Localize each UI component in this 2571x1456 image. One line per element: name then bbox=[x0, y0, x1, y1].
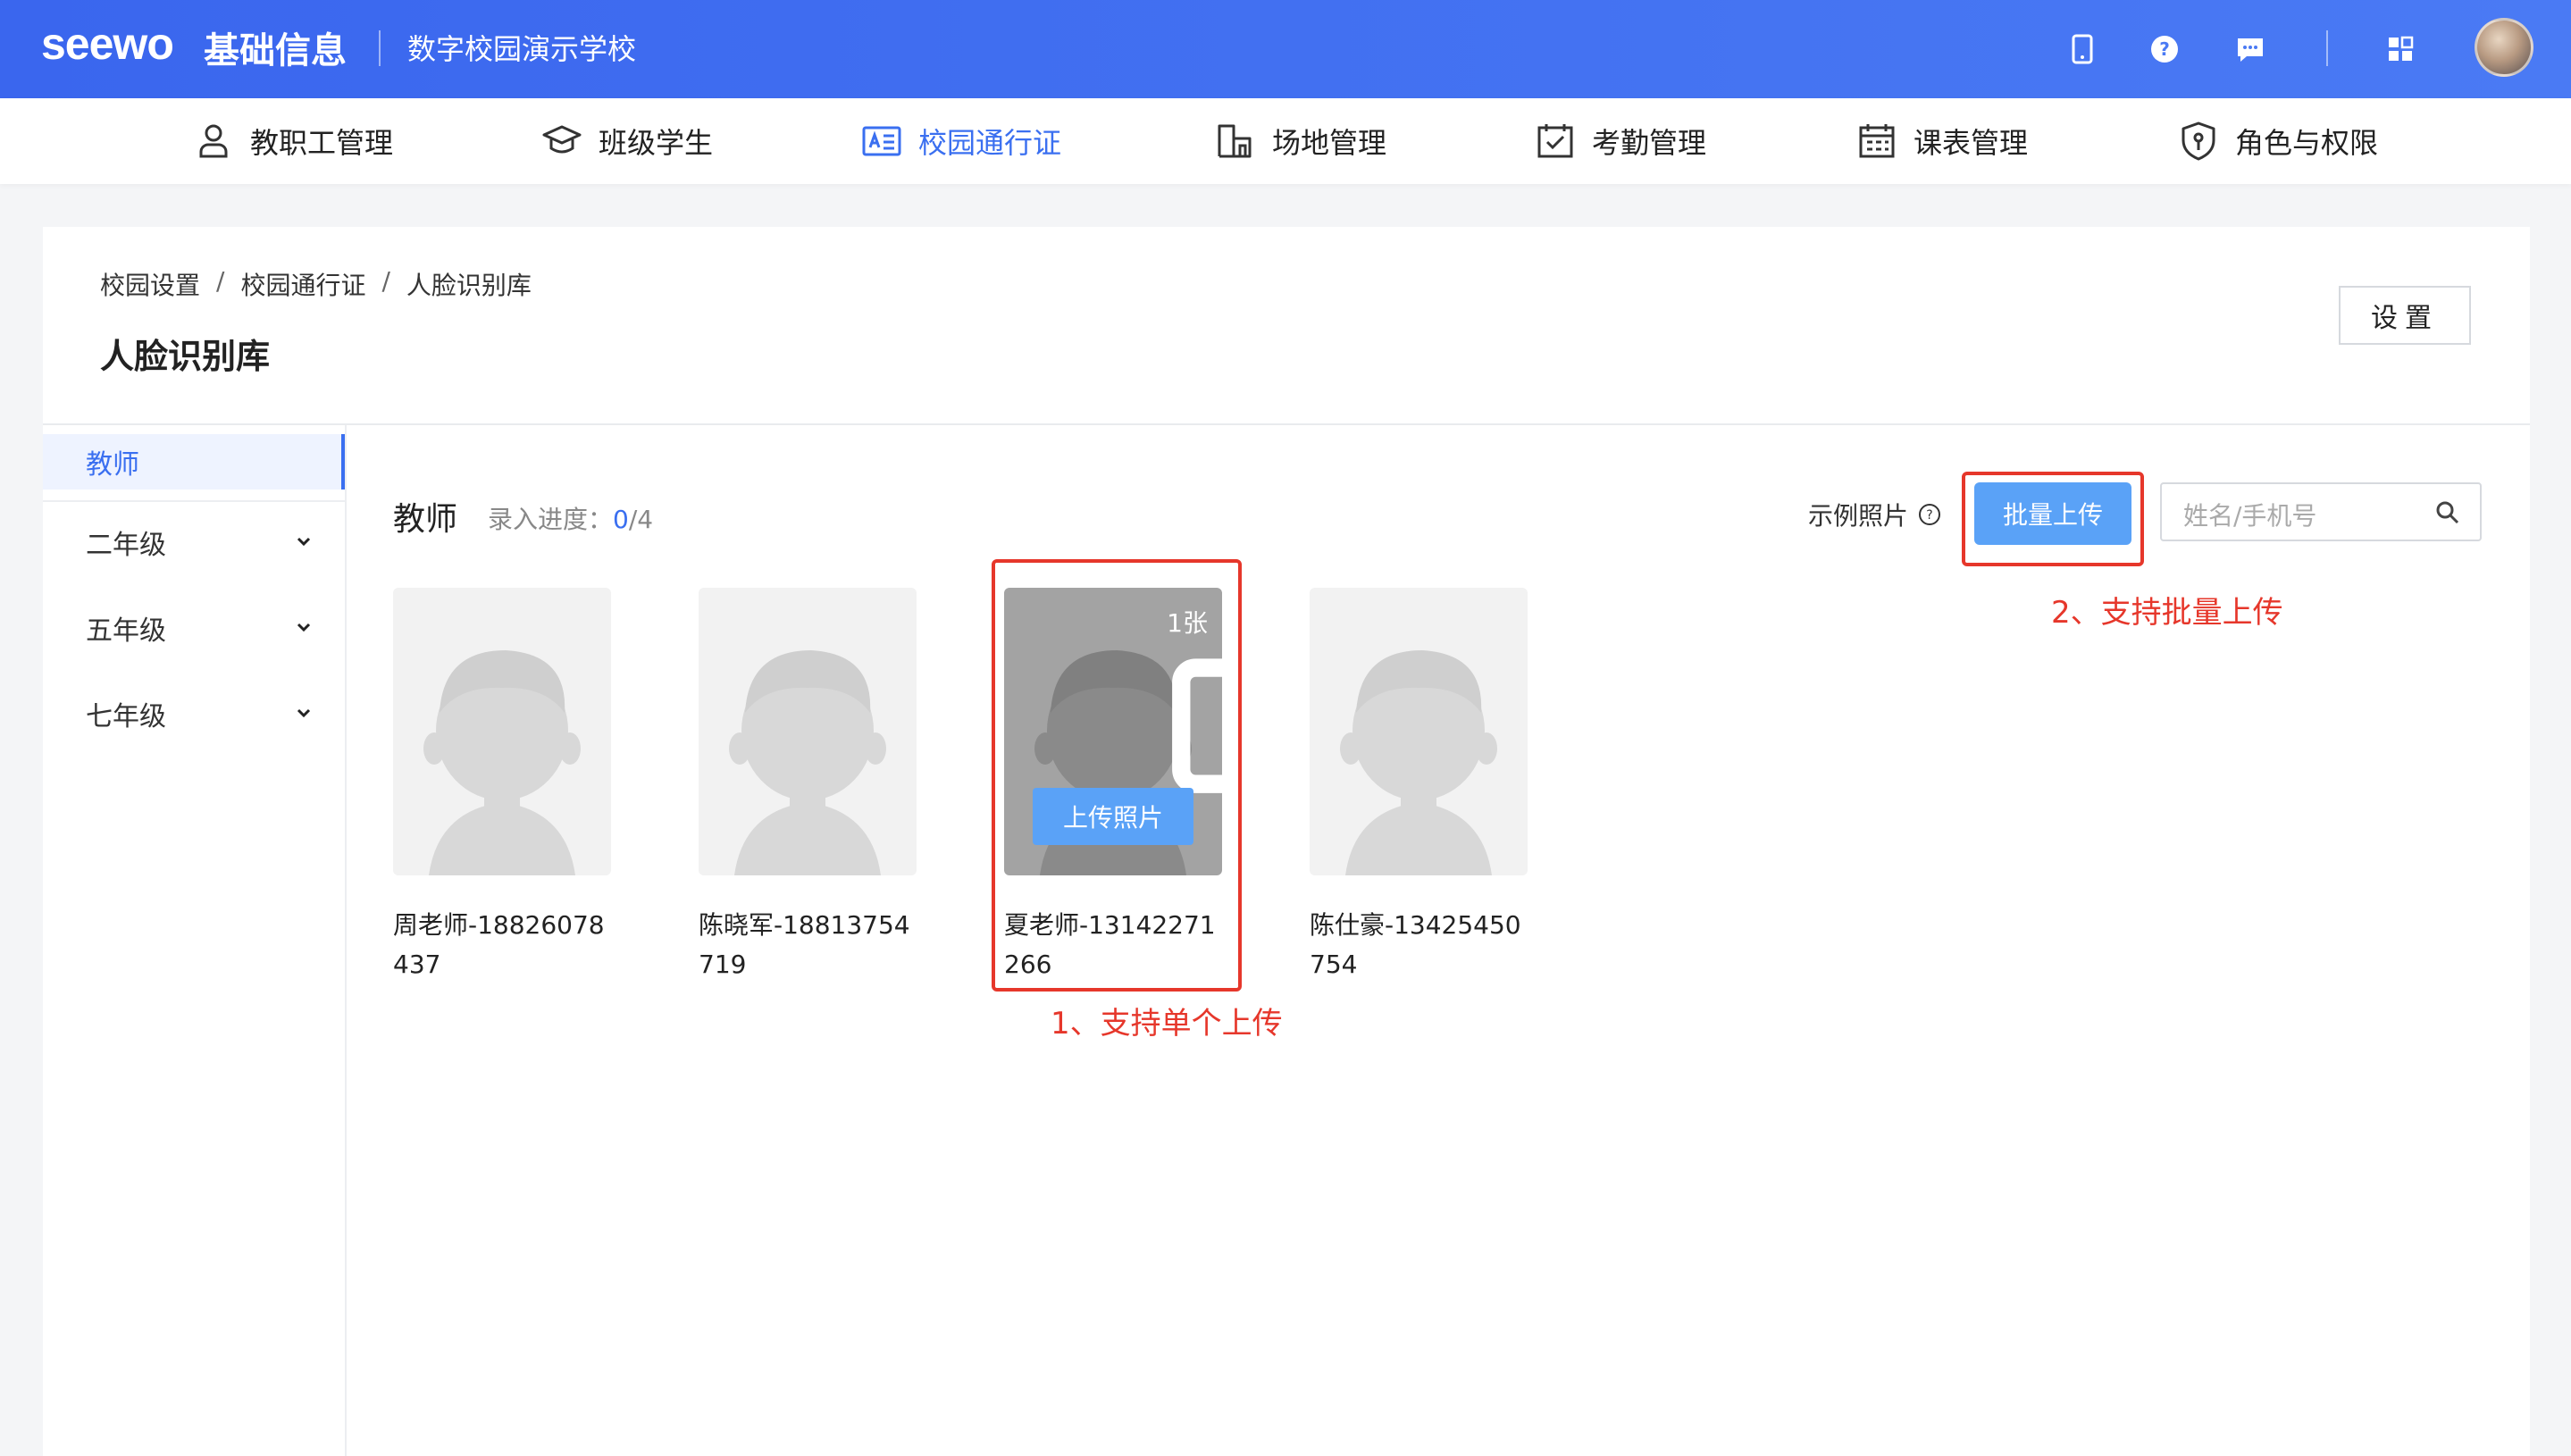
breadcrumb-item[interactable]: 校园设置 bbox=[100, 266, 200, 302]
chevron-down-icon bbox=[297, 623, 311, 632]
breadcrumb-separator: / bbox=[381, 266, 390, 296]
search-icon[interactable] bbox=[2433, 498, 2462, 527]
sidebar-item-grade-7[interactable]: 七年级 bbox=[43, 686, 345, 741]
nav-item-staff[interactable]: 教职工管理 bbox=[193, 116, 393, 166]
building-icon bbox=[1218, 124, 1252, 158]
teacher-card[interactable]: 周老师-18826078437 bbox=[393, 588, 611, 984]
settings-button[interactable]: 设置 bbox=[2339, 286, 2471, 345]
section-title: 教师 bbox=[393, 501, 458, 538]
person-silhouette-icon bbox=[1340, 650, 1497, 875]
sidebar-item-label: 二年级 bbox=[86, 530, 166, 561]
timetable-icon bbox=[1859, 124, 1895, 158]
sidebar-item-grade-5[interactable]: 五年级 bbox=[43, 600, 345, 656]
main-nav: 教职工管理 班级学生 校园通行证 场地管理 考勤管理 课表管理 角色与权限 bbox=[0, 98, 2571, 184]
nav-item-label: 班级学生 bbox=[599, 126, 714, 160]
progress-text: 录入进度：0/4 bbox=[488, 500, 653, 536]
message-icon[interactable] bbox=[2228, 27, 2273, 71]
sidebar-item-label: 七年级 bbox=[86, 701, 166, 732]
shield-icon bbox=[2182, 121, 2215, 161]
user-avatar[interactable] bbox=[2475, 18, 2533, 77]
school-name[interactable]: 数字校园演示学校 bbox=[407, 27, 636, 68]
svg-text:?: ? bbox=[2159, 38, 2170, 60]
seewo-logo[interactable]: seewo bbox=[41, 18, 174, 70]
nav-item-venue[interactable]: 场地管理 bbox=[1215, 116, 1386, 166]
main-card: 校园设置 / 校园通行证 / 人脸识别库 人脸识别库 设置 教师 二年级 五年级… bbox=[43, 227, 2530, 1456]
breadcrumb-separator: / bbox=[216, 266, 225, 296]
teacher-card[interactable]: 陈晓军-18813754719 bbox=[699, 588, 917, 984]
search-input[interactable]: 姓名/手机号 bbox=[2160, 482, 2482, 541]
breadcrumb-item[interactable]: 校园通行证 bbox=[240, 266, 365, 302]
nav-item-attendance[interactable]: 考勤管理 bbox=[1535, 116, 1706, 166]
sidebar-item-teachers[interactable]: 教师 bbox=[43, 434, 345, 490]
progress-done: 0 bbox=[613, 505, 629, 534]
photo-placeholder[interactable] bbox=[393, 588, 611, 875]
nav-item-label: 教职工管理 bbox=[250, 126, 394, 160]
product-name: 基础信息 bbox=[204, 30, 347, 71]
teacher-name: 陈晓军-18813754719 bbox=[699, 910, 910, 979]
nav-item-label: 考勤管理 bbox=[1592, 126, 1707, 160]
help-circle-icon: ? bbox=[1919, 504, 1941, 525]
user-icon bbox=[199, 124, 228, 158]
header-divider bbox=[379, 30, 381, 66]
graduation-cap-icon bbox=[542, 125, 582, 154]
content-area: 教师 录入进度：0/4 示例照片 ? 批量上传 2、支持批量上传 姓名/手机号 bbox=[347, 425, 2530, 1456]
teacher-name: 周老师-18826078437 bbox=[393, 910, 605, 979]
nav-item-roles[interactable]: 角色与权限 bbox=[2178, 116, 2378, 166]
calendar-check-icon bbox=[1537, 124, 1573, 158]
svg-text:?: ? bbox=[1926, 508, 1932, 523]
apps-icon[interactable] bbox=[2378, 27, 2423, 71]
photo-placeholder[interactable] bbox=[1310, 588, 1528, 875]
divider bbox=[43, 500, 345, 502]
sample-photo-label: 示例照片 bbox=[1808, 501, 1909, 531]
nav-item-students[interactable]: 班级学生 bbox=[541, 116, 713, 166]
annotation-single: 1、支持单个上传 bbox=[1051, 1006, 1283, 1042]
id-card-icon bbox=[862, 126, 901, 156]
nav-item-label: 课表管理 bbox=[1914, 126, 2029, 160]
group-sidebar: 教师 二年级 五年级 七年级 bbox=[43, 425, 347, 1456]
sidebar-item-label: 教师 bbox=[86, 449, 139, 481]
teacher-name: 陈仕豪-13425450754 bbox=[1310, 910, 1521, 979]
mobile-icon[interactable] bbox=[2060, 27, 2105, 71]
sidebar-item-label: 五年级 bbox=[86, 615, 166, 647]
nav-item-campus-pass[interactable]: 校园通行证 bbox=[861, 116, 1061, 166]
annotation-frame-single bbox=[992, 559, 1242, 992]
chevron-down-icon bbox=[297, 708, 311, 718]
nav-item-label: 角色与权限 bbox=[2235, 126, 2379, 160]
breadcrumb: 校园设置 / 校园通行证 / 人脸识别库 bbox=[100, 266, 532, 302]
teacher-card[interactable]: 陈仕豪-13425450754 bbox=[1310, 588, 1528, 984]
nav-item-label: 场地管理 bbox=[1272, 126, 1387, 160]
help-icon[interactable]: ? bbox=[2142, 27, 2187, 71]
page-title: 人脸识别库 bbox=[100, 337, 271, 376]
photo-placeholder[interactable] bbox=[699, 588, 917, 875]
header-divider bbox=[2326, 30, 2328, 66]
progress-total: /4 bbox=[628, 505, 654, 534]
progress-label: 录入进度： bbox=[488, 505, 614, 534]
nav-item-timetable[interactable]: 课表管理 bbox=[1856, 116, 2028, 166]
sample-photo-link[interactable]: 示例照片 ? bbox=[1808, 497, 1942, 532]
chevron-down-icon bbox=[297, 537, 311, 547]
search-placeholder: 姓名/手机号 bbox=[2183, 501, 2317, 531]
person-silhouette-icon bbox=[729, 650, 886, 875]
breadcrumb-current: 人脸识别库 bbox=[406, 271, 532, 300]
nav-item-label: 校园通行证 bbox=[918, 126, 1062, 160]
sidebar-item-grade-2[interactable]: 二年级 bbox=[43, 515, 345, 570]
person-silhouette-icon bbox=[423, 650, 581, 875]
top-header: seewo 基础信息 数字校园演示学校 ? bbox=[0, 0, 2571, 98]
annotation-frame-batch bbox=[1962, 472, 2144, 566]
annotation-batch: 2、支持批量上传 bbox=[2051, 595, 2283, 631]
